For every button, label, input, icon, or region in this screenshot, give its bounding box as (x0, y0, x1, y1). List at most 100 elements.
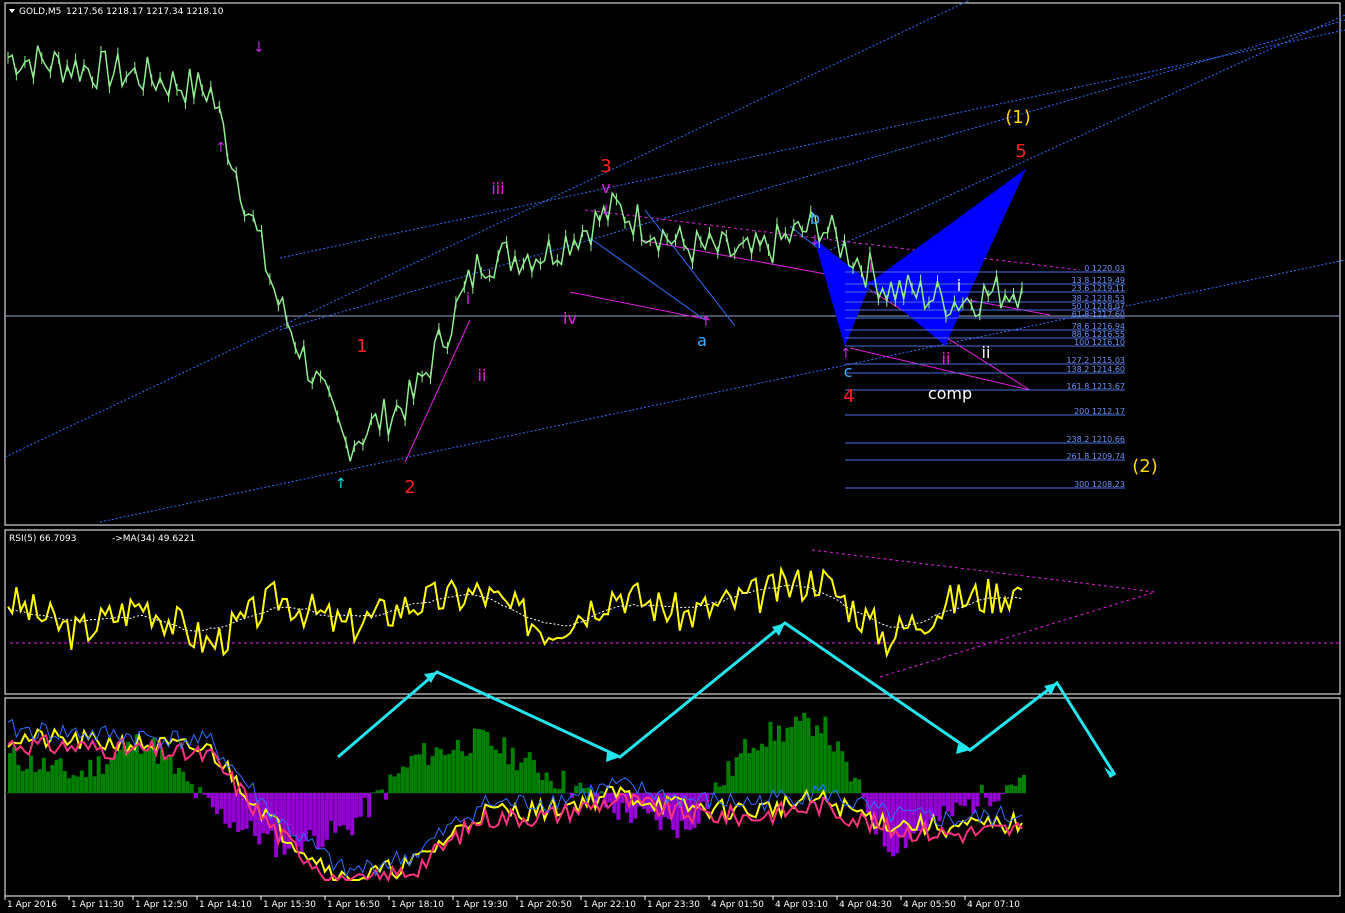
fib-label: 261.8 1209.74 (1066, 452, 1125, 461)
hist-bar (717, 786, 722, 793)
hist-bar (75, 776, 80, 793)
hist-bar (388, 774, 393, 793)
hist-bar (743, 739, 748, 793)
hist-bar (139, 753, 143, 793)
hist-bar (291, 793, 296, 835)
ohlc-label: 1217.56 1218.17 1217.34 1218.10 (66, 7, 224, 17)
hist-bar (1005, 785, 1010, 793)
hist-bar (548, 780, 553, 793)
wave-label: comp (928, 384, 972, 403)
hist-bar (502, 737, 507, 793)
hist-bar (815, 725, 819, 793)
hist-bar (1017, 777, 1022, 793)
hist-bar (510, 747, 515, 793)
time-label: 4 Apr 01:50 (711, 900, 764, 909)
hist-bar (865, 793, 870, 814)
wave-label: ii (942, 349, 951, 368)
wave-label: c (844, 362, 853, 381)
hist-bar (848, 781, 853, 793)
hist-bar (341, 793, 346, 826)
hist-bar (561, 770, 566, 793)
hist-bar (992, 793, 997, 802)
hist-bar (350, 793, 355, 836)
hist-bar (941, 793, 946, 807)
hist-bar (726, 761, 731, 793)
hist-bar (933, 793, 938, 817)
hist-bar (299, 793, 304, 854)
hist-bar (16, 764, 21, 793)
hist-bar (282, 793, 287, 855)
hist-bar (101, 773, 105, 793)
arrow-up-icon: ↑ (335, 476, 347, 492)
wave-label: i (869, 257, 873, 276)
hist-bar (772, 740, 777, 793)
hist-bar (937, 793, 942, 822)
wave-label: (1) (1005, 107, 1031, 128)
rsi-triangle-top (811, 549, 1156, 593)
hist-bar (823, 716, 828, 793)
hist-bar (50, 765, 55, 793)
hist-bar (950, 793, 955, 817)
hist-bar (333, 793, 338, 833)
hist-bar (417, 754, 422, 793)
rsi-triangle-bottom (879, 591, 1156, 678)
arrow-up-icon: ↑ (700, 314, 712, 330)
arrow-up-icon: ↑ (215, 140, 227, 156)
hist-bar (912, 793, 917, 834)
hist-bar (738, 753, 743, 793)
menu-triangle-icon[interactable] (9, 9, 15, 13)
hist-bar (946, 793, 950, 812)
wave-label: iii (491, 179, 504, 198)
hist-bar (367, 793, 372, 818)
hist-bar (1009, 784, 1014, 793)
hist-bar (722, 785, 726, 793)
hist-bar (958, 793, 963, 806)
hist-bar (536, 772, 541, 793)
wave-label: 4 (843, 386, 854, 407)
price-candles (7, 46, 1023, 452)
arrowhead-3 (772, 623, 785, 636)
hist-bar (346, 793, 350, 830)
hist-bar (96, 756, 101, 793)
hist-bar (198, 787, 203, 793)
hist-bar (236, 793, 241, 832)
hist-bar (954, 793, 959, 803)
hist-bar (20, 771, 25, 793)
hist-bar (206, 793, 211, 798)
hist-bar (523, 757, 528, 793)
hist-bar (219, 793, 224, 809)
hist-bar (438, 749, 443, 793)
hist-bar (12, 747, 17, 793)
hist-bar (71, 775, 76, 793)
hist-bar (506, 764, 511, 793)
time-label: 1 Apr 15:30 (263, 900, 316, 909)
hist-bar (396, 773, 401, 793)
wave-label: 1 (356, 336, 367, 357)
hist-bar (574, 785, 579, 793)
hist-bar (88, 759, 93, 793)
hist-bar (1022, 775, 1026, 793)
hist-bar (540, 780, 545, 793)
hist-bar (967, 793, 972, 800)
hist-bar (819, 733, 824, 793)
arrow-down-icon: ↓ (253, 40, 265, 56)
hist-bar (210, 793, 215, 808)
hist-bar (734, 757, 739, 793)
hist-bar (413, 754, 418, 793)
magenta-channel (10, 209, 1340, 678)
hist-bar (67, 778, 72, 793)
wave-label: b (810, 209, 820, 228)
hist-bar (37, 769, 42, 793)
price-panel[interactable] (4, 2, 1341, 526)
time-label: 4 Apr 04:30 (839, 900, 892, 909)
hist-bar (337, 793, 342, 827)
hist-bar (785, 727, 790, 793)
hist-bar (409, 755, 414, 793)
wave-label: ii (982, 343, 991, 362)
hist-bar (777, 725, 781, 793)
wave-label: iv (563, 309, 577, 328)
time-label: 1 Apr 19:30 (455, 900, 508, 909)
hist-bar (41, 757, 46, 793)
chart-canvas[interactable]: GOLD,M5 1217.56 1218.17 1217.34 1218.10 … (0, 0, 1345, 910)
hist-bar (117, 749, 122, 793)
